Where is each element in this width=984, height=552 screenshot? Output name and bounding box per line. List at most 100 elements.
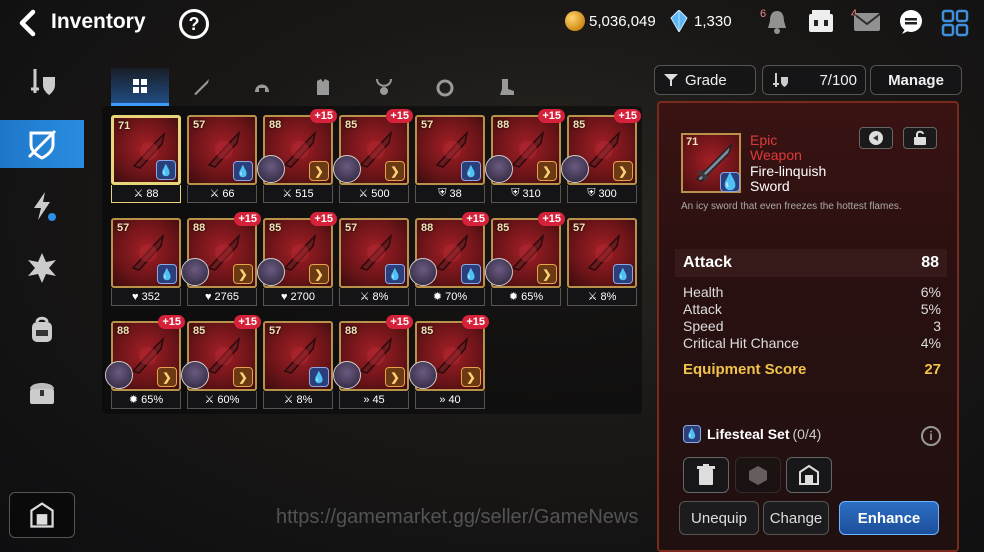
sub-stat-label: Speed: [683, 318, 724, 334]
set-icon: ❯: [385, 161, 405, 181]
enhance-level-badge: +15: [538, 109, 565, 123]
inventory-item[interactable]: 57 💧 ♥ 352: [111, 218, 181, 306]
grade-sort-button[interactable]: Grade: [654, 65, 756, 95]
sidebar-artifacts[interactable]: [0, 120, 84, 168]
inventory-item[interactable]: 88 ❯ +15 ⛨ 310: [485, 109, 565, 203]
stat-value: 2765: [214, 290, 239, 303]
extract-button[interactable]: [735, 457, 781, 493]
hero-portrait-icon: [561, 155, 589, 183]
manage-button[interactable]: Manage: [870, 65, 962, 95]
hero-portrait-icon: [485, 155, 513, 183]
sub-stat-value: 5%: [920, 301, 941, 317]
stat-value: 66: [222, 187, 235, 200]
inventory-item[interactable]: 85 ❯ +15» 40: [409, 315, 489, 409]
item-main-stat: ⚔ 66: [187, 185, 257, 203]
sidebar-chest[interactable]: [0, 368, 84, 416]
inventory-item[interactable]: 57 💧 ⚔ 8%: [339, 218, 409, 306]
detail-name-line1: Fire-linquish: [750, 163, 827, 179]
item-card: 71 💧: [111, 115, 181, 185]
inventory-item[interactable]: 57 💧 ⛨ 38: [415, 115, 485, 203]
shop-icon[interactable]: [806, 8, 836, 36]
cube-icon: [749, 466, 767, 485]
sub-stat-label: Health: [683, 284, 724, 300]
info-icon[interactable]: i: [921, 426, 941, 446]
hero-portrait-icon: [257, 258, 285, 286]
item-main-stat: ⛨ 300: [567, 185, 637, 203]
sub-stat-label: Attack: [683, 301, 722, 317]
tab-armor[interactable]: [294, 68, 352, 106]
stat-value: 8%: [296, 393, 313, 406]
bell-icon[interactable]: [762, 8, 792, 36]
item-card: 57 💧: [187, 115, 257, 185]
stat-value: 70%: [445, 290, 468, 303]
change-button[interactable]: Change: [763, 501, 829, 535]
mail-icon[interactable]: [852, 10, 882, 34]
stat-value: 8%: [600, 290, 617, 303]
capacity-value: 7/100: [819, 71, 857, 89]
tab-ring[interactable]: [416, 68, 474, 106]
crystal-amount: 1,330: [694, 13, 732, 30]
storage-button[interactable]: [786, 457, 832, 493]
lifesteal-set-icon: 💧: [683, 425, 701, 443]
equipment-score-label: Equipment Score: [683, 361, 807, 378]
sidebar-bag[interactable]: [0, 306, 84, 354]
inventory-item[interactable]: 57 💧 ⚔ 8%: [567, 218, 637, 306]
inventory-item[interactable]: 85 ❯ +15 ✹ 65%: [485, 212, 565, 306]
inventory-item[interactable]: 88 💧 +15 ✹ 70%: [409, 212, 489, 306]
equipment-score-value: 27: [924, 361, 941, 378]
tab-weapon[interactable]: [172, 68, 230, 106]
chat-icon[interactable]: [897, 9, 925, 35]
inventory-item[interactable]: 71 💧 ⚔ 88: [111, 115, 181, 203]
ring-icon: [436, 79, 454, 97]
help-icon[interactable]: ?: [179, 9, 209, 39]
inventory-item[interactable]: 88 ❯ +15 ♥ 2765: [181, 212, 261, 306]
set-icon: ❯: [385, 367, 405, 387]
item-main-stat: ⚔ 60%: [187, 391, 257, 409]
hero-portrait-icon: [181, 361, 209, 389]
tab-boots[interactable]: [477, 68, 535, 106]
tab-all[interactable]: [111, 68, 169, 106]
stat-defense-icon: ⛨: [438, 187, 447, 199]
back-arrow-icon[interactable]: [14, 9, 42, 37]
inventory-item[interactable]: 85 ❯ +15 ⚔ 500: [333, 109, 413, 203]
menu-grid-icon[interactable]: [941, 9, 969, 37]
hero-portrait-icon: [333, 361, 361, 389]
sidebar-skills[interactable]: [0, 182, 84, 230]
stat-health-icon: ♥: [132, 290, 139, 303]
lock-button[interactable]: [903, 127, 937, 149]
stat-attack-icon: ⚔: [282, 188, 293, 200]
sidebar-storage-button[interactable]: [9, 492, 75, 538]
inventory-item[interactable]: 57 💧 ⚔ 8%: [263, 321, 333, 409]
treasure-chest-icon: [30, 383, 54, 404]
sell-button[interactable]: [683, 457, 729, 493]
sword-icon: [194, 79, 209, 95]
sidebar-equipment[interactable]: [0, 58, 84, 106]
stat-value: 500: [371, 187, 390, 200]
inventory-item[interactable]: 88 ❯ +15» 45: [333, 315, 413, 409]
necklace-icon: [376, 78, 392, 95]
inventory-item[interactable]: 85 ❯ +15 ♥ 2700: [257, 212, 337, 306]
stat-defense-icon: ⛨: [511, 187, 520, 199]
inventory-item[interactable]: 88 ❯ +15 ✹ 65%: [105, 315, 185, 409]
tab-necklace[interactable]: [355, 68, 413, 106]
unequip-button[interactable]: Unequip: [679, 501, 759, 535]
sidebar-catalysts[interactable]: [0, 244, 84, 292]
inventory-item[interactable]: 57 💧 ⚔ 66: [187, 115, 257, 203]
gold-amount: 5,036,049: [589, 13, 656, 30]
inventory-item[interactable]: 85 ❯ +15 ⛨ 300: [561, 109, 641, 203]
storage-icon: [30, 502, 54, 528]
grade-label: Grade: [685, 71, 727, 89]
inventory-item[interactable]: 88 ❯ +15 ⚔ 515: [257, 109, 337, 203]
detail-description: An icy sword that even freezes the hotte…: [681, 201, 902, 212]
share-button[interactable]: [859, 127, 893, 149]
item-main-stat: ⛨ 38: [415, 185, 485, 203]
enhance-button[interactable]: Enhance: [839, 501, 939, 535]
stat-crit-icon: ✹: [508, 291, 519, 303]
inventory-item[interactable]: 85 ❯ +15 ⚔ 60%: [181, 315, 261, 409]
sub-stat-row: Speed 3: [683, 318, 941, 334]
stat-value: 38: [449, 187, 462, 200]
stat-value: 45: [372, 393, 385, 406]
tab-helmet[interactable]: [233, 68, 291, 106]
item-main-stat: ⚔ 88: [111, 185, 181, 203]
item-main-stat: ⚔ 8%: [567, 288, 637, 306]
